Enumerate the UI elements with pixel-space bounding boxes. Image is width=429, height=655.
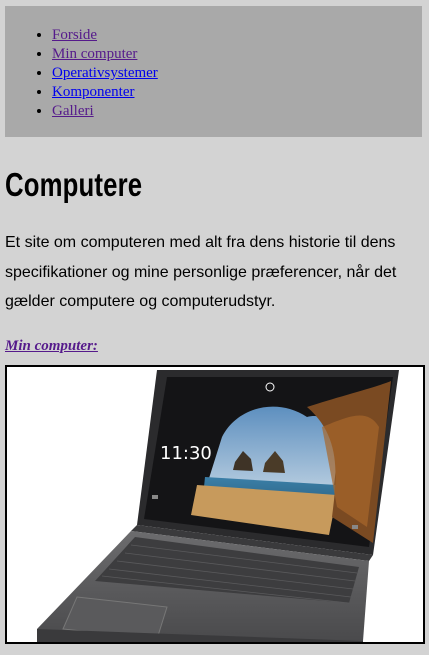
- laptop-image: 11:30: [5, 365, 425, 644]
- screen-clock: 11:30: [160, 443, 212, 464]
- nav-item-komponenter: Komponenter: [52, 83, 158, 102]
- nav-link-forside[interactable]: Forside: [52, 27, 97, 43]
- min-computer-link[interactable]: Min computer:: [5, 338, 98, 355]
- nav-link-komponenter[interactable]: Komponenter: [52, 84, 134, 100]
- top-navigation: Forside Min computer Operativsystemer Ko…: [5, 6, 422, 137]
- nav-link-operativsystemer[interactable]: Operativsystemer: [52, 65, 158, 81]
- nav-item-min-computer: Min computer: [52, 45, 158, 64]
- intro-paragraph: Et site om computeren med alt fra dens h…: [5, 234, 397, 310]
- nav-item-operativsystemer: Operativsystemer: [52, 64, 158, 83]
- nav-item-forside: Forside: [52, 26, 158, 45]
- nav-list: Forside Min computer Operativsystemer Ko…: [52, 26, 158, 121]
- page-title: Computere: [5, 166, 143, 203]
- nav-item-galleri: Galleri: [52, 102, 158, 121]
- laptop-illustration: 11:30: [37, 370, 399, 642]
- nav-link-min-computer[interactable]: Min computer: [52, 46, 137, 62]
- nav-link-galleri[interactable]: Galleri: [52, 103, 94, 119]
